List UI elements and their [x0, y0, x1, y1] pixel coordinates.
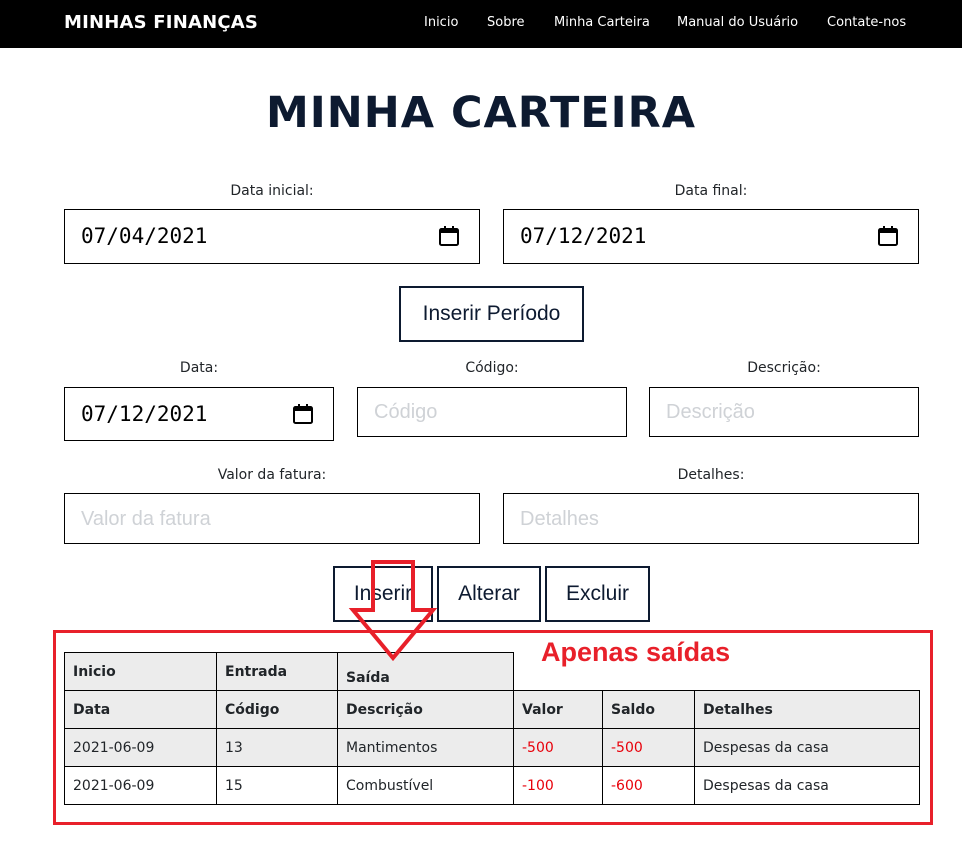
nav-link-minha-carteira[interactable]: Minha Carteira [554, 15, 650, 30]
description-label: Descrição: [747, 360, 821, 376]
end-date-label: Data final: [674, 183, 748, 199]
calendar-icon[interactable] [877, 225, 899, 247]
start-date-value: 07/04/2021 [81, 224, 208, 248]
annotation-text: Apenas saídas [541, 637, 731, 667]
annotation-box [53, 630, 933, 825]
start-date-input[interactable]: 07/04/2021 [64, 209, 480, 264]
date-input[interactable]: 07/12/2021 [64, 387, 334, 441]
date-label: Data: [179, 360, 219, 376]
code-placeholder: Código [374, 401, 438, 423]
amount-placeholder: Valor da fatura [81, 508, 211, 530]
nav-link-contato[interactable]: Contate-nos [827, 15, 906, 30]
amount-input[interactable]: Valor da fatura [64, 493, 480, 544]
end-date-value: 07/12/2021 [520, 224, 647, 248]
delete-button[interactable]: Excluir [545, 566, 650, 622]
end-date-input[interactable]: 07/12/2021 [503, 209, 919, 264]
insert-period-button[interactable]: Inserir Período [399, 286, 584, 342]
calendar-icon[interactable] [292, 403, 314, 425]
nav-link-inicio[interactable]: Inicio [424, 15, 458, 30]
nav-link-sobre[interactable]: Sobre [487, 15, 525, 30]
arrow-down-icon [348, 560, 438, 662]
start-date-label: Data inicial: [230, 183, 314, 199]
details-label: Detalhes: [677, 467, 745, 483]
nav-link-manual[interactable]: Manual do Usuário [677, 15, 798, 30]
details-placeholder: Detalhes [520, 508, 599, 530]
description-input[interactable]: Descrição [649, 387, 919, 437]
description-placeholder: Descrição [666, 401, 755, 423]
calendar-icon[interactable] [438, 225, 460, 247]
code-input[interactable]: Código [357, 387, 627, 437]
page-title: MINHA CARTEIRA [265, 88, 697, 138]
brand-logo[interactable]: MINHAS FINANÇAS [64, 12, 258, 33]
update-button[interactable]: Alterar [437, 566, 541, 622]
amount-label: Valor da fatura: [217, 467, 327, 483]
date-value: 07/12/2021 [81, 402, 208, 426]
details-input[interactable]: Detalhes [503, 493, 919, 544]
code-label: Código: [465, 360, 519, 376]
navbar: MINHAS FINANÇAS Inicio Sobre Minha Carte… [0, 0, 962, 48]
